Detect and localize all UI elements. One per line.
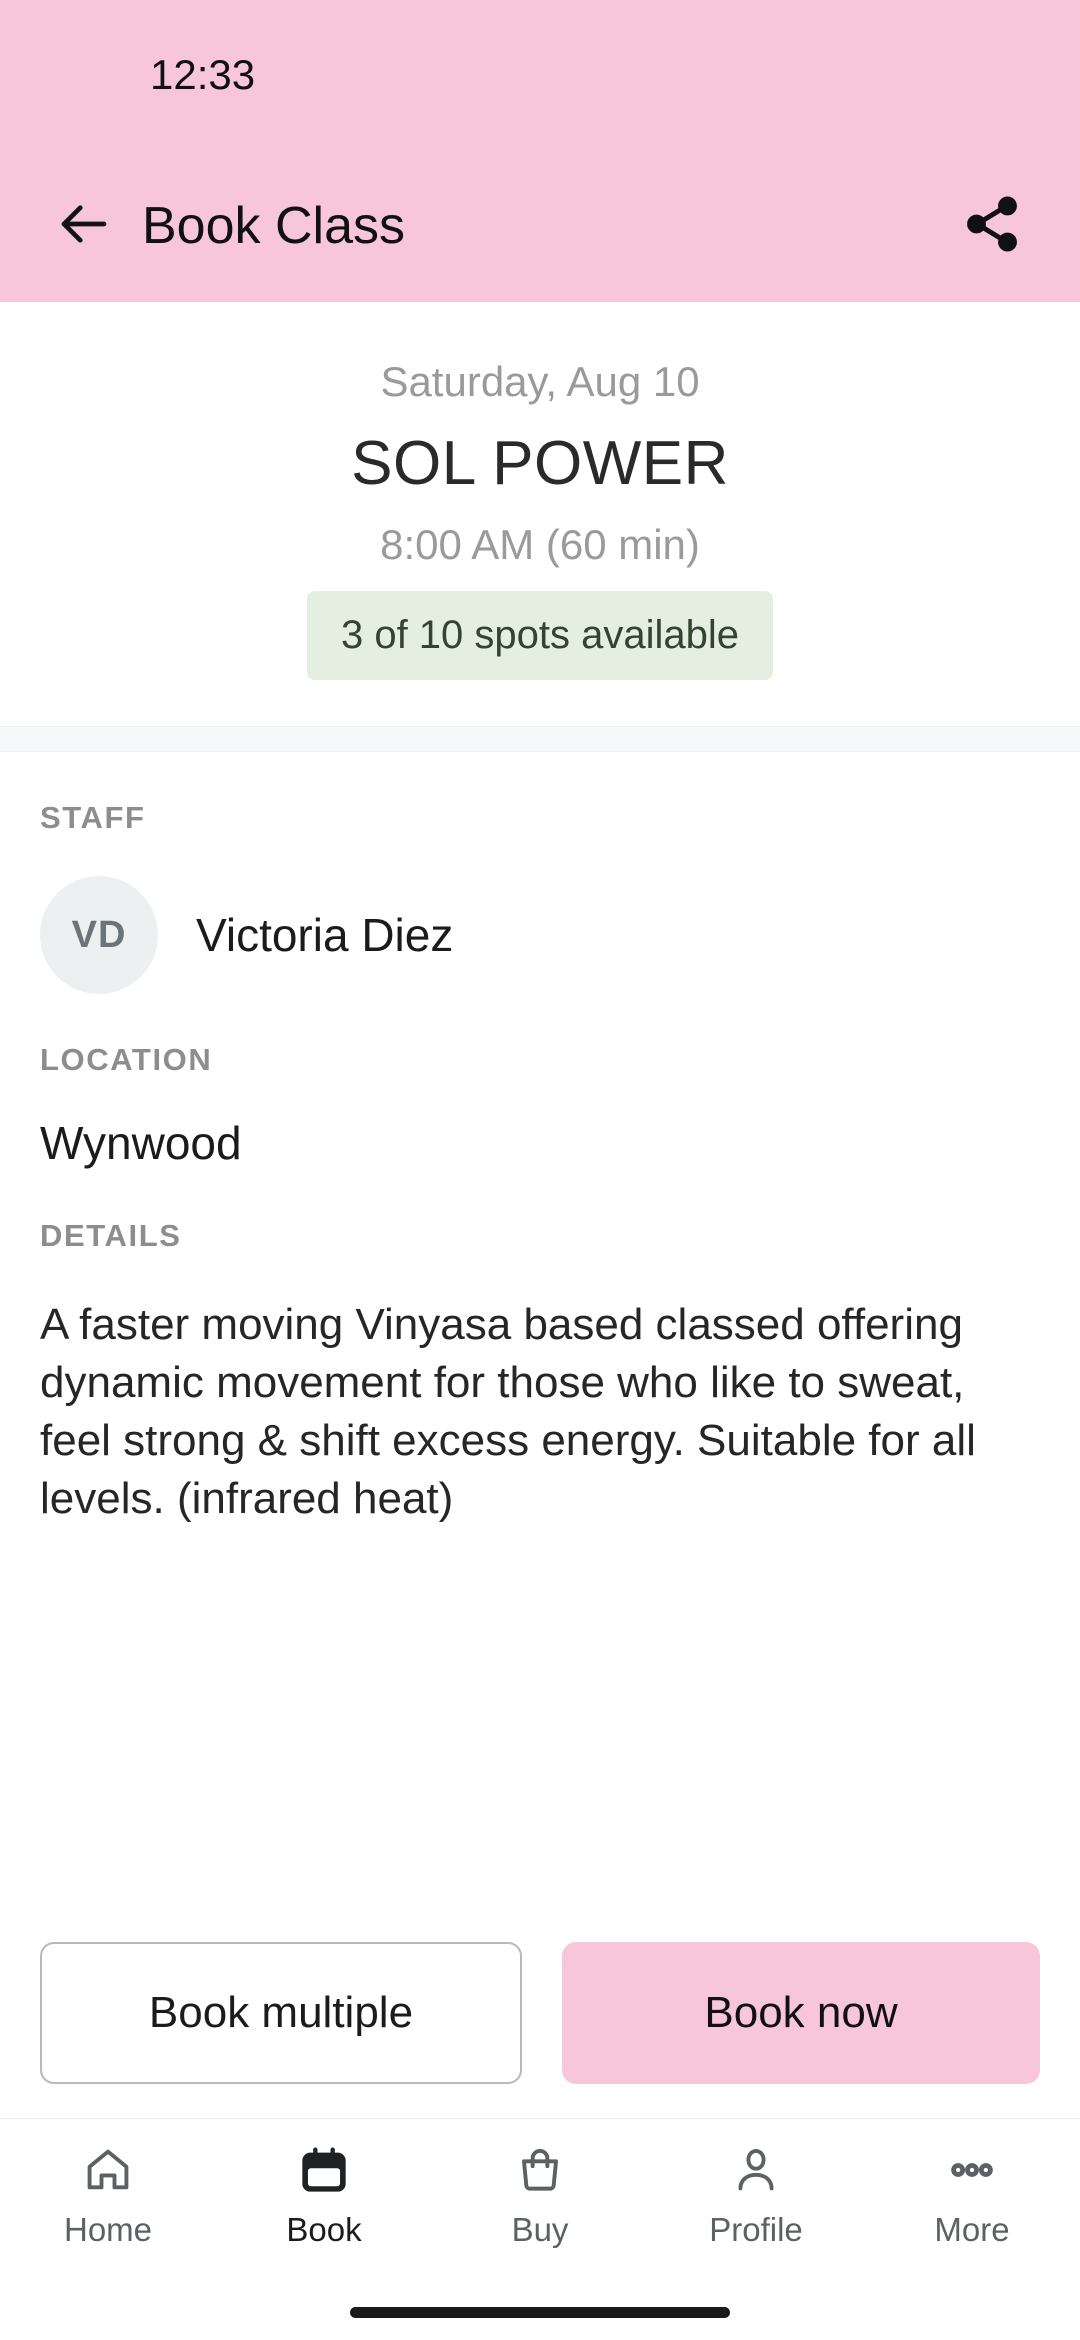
details-description: A faster moving Vinyasa based classed of… xyxy=(40,1300,976,1524)
status-clock: 12:33 xyxy=(150,51,256,98)
page-title: Book Class xyxy=(142,197,405,255)
book-multiple-button[interactable]: Book multiple xyxy=(40,1942,522,2084)
home-indicator[interactable] xyxy=(350,2306,730,2318)
person-icon xyxy=(730,2141,782,2199)
app-bar: Book Class xyxy=(0,150,1080,302)
share-icon xyxy=(961,193,1023,260)
back-button[interactable] xyxy=(48,190,120,262)
class-summary: Saturday, Aug 10 SOL POWER 8:00 AM (60 m… xyxy=(0,302,1080,726)
nav-item-more[interactable]: More xyxy=(864,2141,1080,2249)
class-details-panel: STAFF VD Victoria Diez LOCATION Wynwood … xyxy=(0,752,1080,1942)
details-section-label: DETAILS xyxy=(40,1218,182,1253)
class-time-duration: 8:00 AM (60 min) xyxy=(380,521,700,568)
nav-label-home: Home xyxy=(63,2211,153,2248)
nav-label-profile: Profile xyxy=(709,2211,803,2248)
nav-label-buy: Buy xyxy=(511,2211,569,2248)
class-name: SOL POWER xyxy=(351,429,729,498)
staff-row[interactable]: VD Victoria Diez xyxy=(40,876,1040,994)
status-bar: 12:33 xyxy=(0,0,1080,150)
spots-available-badge: 3 of 10 spots available xyxy=(306,591,774,680)
section-divider xyxy=(0,726,1080,752)
shopping-bag-icon xyxy=(514,2141,566,2199)
bottom-navigation: Home Book Buy Profile More xyxy=(0,2118,1080,2284)
nav-label-book: Book xyxy=(286,2211,362,2248)
location-section-label: LOCATION xyxy=(40,1042,213,1077)
staff-name: Victoria Diez xyxy=(196,909,454,961)
location-value: Wynwood xyxy=(40,1117,242,1169)
ellipsis-icon xyxy=(946,2141,998,2199)
nav-item-home[interactable]: Home xyxy=(0,2141,216,2249)
home-indicator-area xyxy=(0,2284,1080,2340)
avatar-initials: VD xyxy=(71,913,127,956)
class-date: Saturday, Aug 10 xyxy=(380,358,700,405)
arrow-left-icon xyxy=(54,194,114,259)
nav-label-more: More xyxy=(934,2211,1010,2248)
avatar: VD xyxy=(40,876,158,994)
book-now-button[interactable]: Book now xyxy=(562,1942,1040,2084)
staff-section-label: STAFF xyxy=(40,800,146,835)
calendar-icon xyxy=(298,2141,350,2199)
share-button[interactable] xyxy=(952,186,1032,266)
nav-item-buy[interactable]: Buy xyxy=(432,2141,648,2249)
nav-item-book[interactable]: Book xyxy=(216,2141,432,2249)
home-icon xyxy=(82,2141,134,2199)
app-screen: 12:33 Book Class Saturday, Aug 10 SOL PO… xyxy=(0,0,1080,2340)
action-buttons: Book multiple Book now xyxy=(0,1942,1080,2084)
nav-item-profile[interactable]: Profile xyxy=(648,2141,864,2249)
